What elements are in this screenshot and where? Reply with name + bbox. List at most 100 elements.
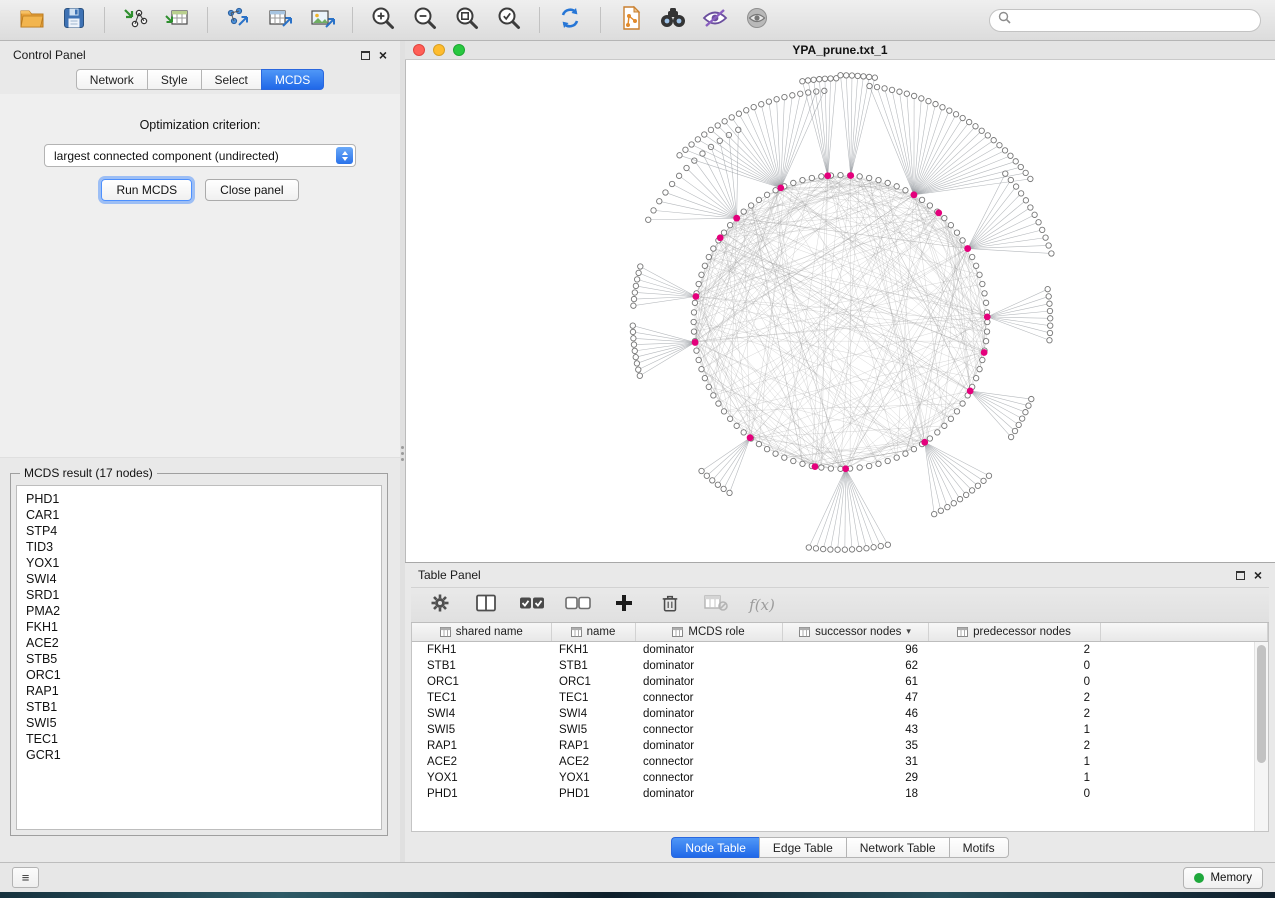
mcds-result-item[interactable]: GCR1 [26, 747, 381, 763]
table-row[interactable]: TEC1TEC1connector472 [412, 690, 1268, 706]
network-graph[interactable] [406, 60, 1275, 562]
add-column-button[interactable] [611, 592, 637, 618]
close-panel-icon[interactable]: × [379, 51, 387, 60]
column-header-predecessor-nodes[interactable]: predecessor nodes [928, 623, 1100, 641]
table-row[interactable]: RAP1RAP1dominator352 [412, 738, 1268, 754]
hide-selected-button[interactable] [697, 4, 733, 36]
tab-mcds[interactable]: MCDS [261, 69, 324, 90]
network-titlebar[interactable]: YPA_prune.txt_1 [405, 41, 1275, 60]
search-input[interactable] [1016, 13, 1252, 27]
close-table-panel-icon[interactable]: × [1254, 571, 1262, 580]
column-header-shared-name[interactable]: shared name [412, 623, 551, 641]
table-row[interactable]: YOX1YOX1connector291 [412, 770, 1268, 786]
zoom-fit-button[interactable] [449, 4, 485, 36]
import-table-icon [164, 6, 190, 35]
column-header-name[interactable]: name [551, 623, 635, 641]
run-mcds-button[interactable]: Run MCDS [101, 179, 192, 201]
table-row[interactable]: SWI4SWI4dominator462 [412, 706, 1268, 722]
toolbar-separator [352, 7, 353, 33]
copy-document-icon [619, 5, 643, 36]
clone-network-button[interactable] [613, 4, 649, 36]
delete-column-button[interactable] [657, 592, 683, 618]
import-network-icon [122, 6, 148, 35]
column-type-icon [571, 627, 582, 637]
mcds-result-item[interactable]: SRD1 [26, 587, 381, 603]
save-session-button[interactable] [56, 4, 92, 36]
mcds-result-item[interactable]: CAR1 [26, 507, 381, 523]
mcds-result-item[interactable]: FKH1 [26, 619, 381, 635]
toolbar-separator [104, 7, 105, 33]
table-row[interactable]: SWI5SWI5connector431 [412, 722, 1268, 738]
mcds-result-item[interactable]: PHD1 [26, 491, 381, 507]
mcds-result-item[interactable]: PMA2 [26, 603, 381, 619]
show-hidden-button[interactable] [739, 4, 775, 36]
criterion-selected-value: largest connected component (undirected) [54, 149, 279, 163]
control-panel: Control Panel × Network Style Select MCD… [0, 41, 400, 862]
table-row[interactable]: FKH1FKH1dominator962 [412, 641, 1268, 658]
mcds-result-title: MCDS result (17 nodes) [20, 466, 157, 480]
task-menu-button[interactable]: ≡ [12, 867, 39, 888]
zoom-in-button[interactable] [365, 4, 401, 36]
mcds-result-item[interactable]: STB5 [26, 651, 381, 667]
table-row[interactable]: ACE2ACE2connector311 [412, 754, 1268, 770]
table-tab-bar: Node Table Edge Table Network Table Moti… [405, 832, 1275, 862]
mcds-result-item[interactable]: TEC1 [26, 731, 381, 747]
search-box[interactable] [989, 9, 1261, 32]
column-header-mcds-role[interactable]: MCDS role [635, 623, 782, 641]
zoom-out-button[interactable] [407, 4, 443, 36]
scrollbar-thumb[interactable] [1257, 645, 1266, 763]
select-all-button[interactable] [519, 592, 545, 618]
control-panel-tab-bar: Network Style Select MCDS [0, 69, 400, 94]
unchecked-boxes-icon [565, 595, 591, 616]
zoom-selected-button[interactable] [491, 4, 527, 36]
right-column: YPA_prune.txt_1 Table Panel [405, 41, 1275, 862]
table-row[interactable]: ORC1ORC1dominator610 [412, 674, 1268, 690]
mcds-result-item[interactable]: ORC1 [26, 667, 381, 683]
deselect-all-button[interactable] [565, 592, 591, 618]
table-scrollbar[interactable] [1254, 642, 1268, 831]
export-image-icon [309, 6, 335, 35]
trash-icon [660, 593, 680, 618]
mcds-result-list[interactable]: PHD1CAR1STP4TID3YOX1SWI4SRD1PMA2FKH1ACE2… [16, 485, 382, 830]
export-table-button[interactable] [262, 4, 298, 36]
tab-network[interactable]: Network [76, 69, 147, 90]
tab-edge-table[interactable]: Edge Table [759, 837, 846, 858]
column-header-successor-nodes[interactable]: successor nodes▾ [782, 623, 928, 641]
network-canvas[interactable] [405, 60, 1275, 562]
open-file-button[interactable] [14, 4, 50, 36]
import-table-button[interactable] [159, 4, 195, 36]
columns-icon [476, 594, 496, 617]
mcds-result-item[interactable]: RAP1 [26, 683, 381, 699]
criterion-select[interactable]: largest connected component (undirected) [44, 144, 356, 167]
memory-button[interactable]: Memory [1183, 867, 1263, 889]
tab-motifs[interactable]: Motifs [949, 837, 1009, 858]
select-columns-button[interactable] [473, 592, 499, 618]
table-panel: Table Panel × [405, 562, 1275, 862]
float-panel-icon[interactable] [361, 51, 370, 60]
status-bar: ≡ Memory [0, 862, 1275, 892]
apply-layout-button[interactable] [552, 4, 588, 36]
tab-network-table[interactable]: Network Table [846, 837, 949, 858]
column-type-icon [672, 627, 683, 637]
import-network-button[interactable] [117, 4, 153, 36]
tab-style[interactable]: Style [147, 69, 201, 90]
mcds-result-item[interactable]: SWI5 [26, 715, 381, 731]
mcds-result-item[interactable]: STB1 [26, 699, 381, 715]
mcds-result-item[interactable]: SWI4 [26, 571, 381, 587]
mcds-result-item[interactable]: STP4 [26, 523, 381, 539]
export-network-button[interactable] [220, 4, 256, 36]
export-image-button[interactable] [304, 4, 340, 36]
table-settings-button[interactable] [427, 592, 453, 618]
mcds-result-item[interactable]: ACE2 [26, 635, 381, 651]
mcds-result-item[interactable]: YOX1 [26, 555, 381, 571]
control-panel-header: Control Panel × [0, 41, 400, 69]
tab-node-table[interactable]: Node Table [671, 837, 759, 858]
find-button[interactable] [655, 4, 691, 36]
table-row[interactable]: PHD1PHD1dominator180 [412, 786, 1268, 802]
float-table-panel-icon[interactable] [1236, 571, 1245, 580]
mcds-result-item[interactable]: TID3 [26, 539, 381, 555]
select-stepper-icon [336, 147, 353, 164]
tab-select[interactable]: Select [201, 69, 261, 90]
close-panel-button[interactable]: Close panel [205, 179, 298, 201]
table-row[interactable]: STB1STB1dominator620 [412, 658, 1268, 674]
